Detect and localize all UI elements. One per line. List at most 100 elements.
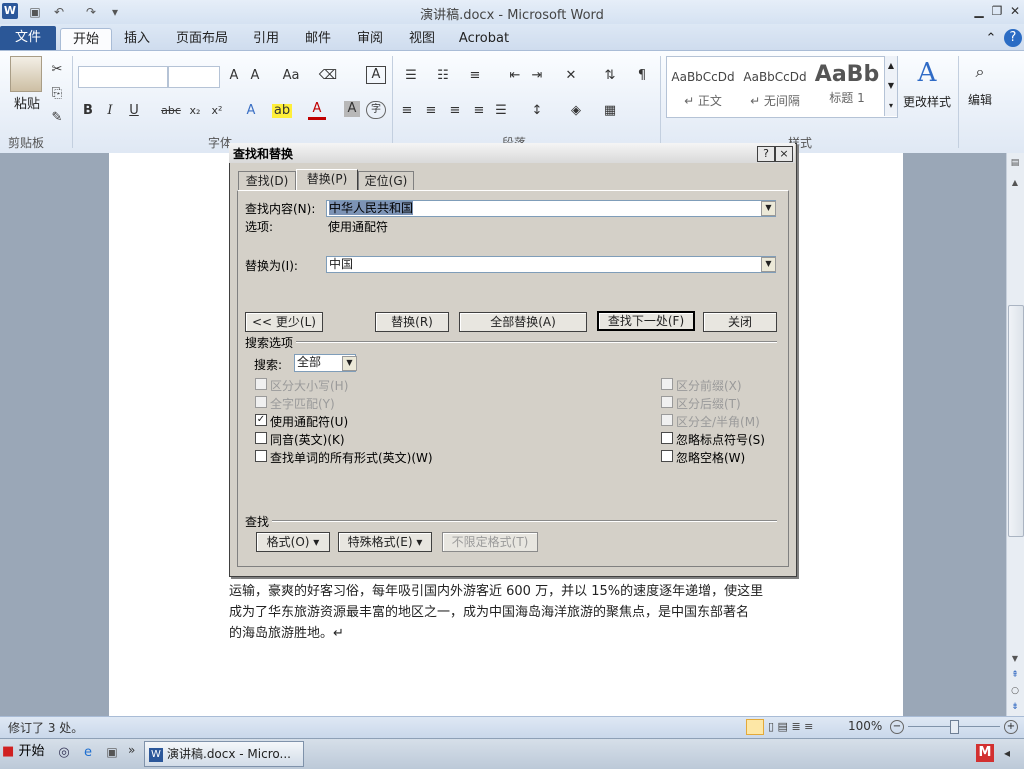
dialog-help-button[interactable]: ? [757, 146, 775, 162]
ignore-punctuation-checkbox[interactable] [661, 432, 673, 444]
minimize-icon[interactable]: ▁ [970, 3, 988, 19]
help-icon[interactable]: ? [1004, 29, 1022, 47]
media-icon[interactable]: ▣ [104, 745, 120, 761]
copy-icon[interactable]: ⎘ [48, 84, 66, 104]
previous-page-icon[interactable]: ⇞ [1009, 670, 1021, 682]
text-effects-icon[interactable]: A [242, 101, 260, 121]
tab-references[interactable]: 引用 [246, 28, 286, 50]
align-right-icon[interactable]: ≡ [446, 101, 464, 121]
word-logo-icon[interactable]: W [2, 3, 18, 19]
next-page-icon[interactable]: ⇟ [1009, 702, 1021, 714]
sort-icon[interactable]: ⇅ [600, 66, 620, 86]
match-prefix-checkbox[interactable] [661, 378, 673, 390]
replace-with-dropdown-icon[interactable]: ▼ [761, 257, 776, 272]
ignore-space-checkbox[interactable] [661, 450, 673, 462]
strikethrough-icon[interactable]: abc [160, 101, 182, 121]
redo-icon[interactable]: ↷ [82, 3, 100, 21]
bold-icon[interactable]: B [80, 101, 96, 121]
undo-icon[interactable]: ↶ [50, 3, 68, 21]
font-color-icon[interactable]: A [308, 101, 326, 120]
character-shading-icon[interactable]: A [344, 101, 360, 117]
tab-review[interactable]: 审阅 [350, 28, 390, 50]
find-what-dropdown-icon[interactable]: ▼ [761, 201, 776, 216]
scrollbar-thumb[interactable] [1008, 305, 1024, 537]
tab-acrobat[interactable]: Acrobat [454, 28, 514, 50]
whole-word-checkbox[interactable] [255, 396, 267, 408]
minimize-ribbon-icon[interactable]: ⌃ [982, 28, 1000, 50]
line-spacing-icon[interactable]: ↕ [526, 101, 548, 121]
close-button[interactable]: 关闭 [703, 312, 777, 332]
tab-page-layout[interactable]: 页面布局 [172, 28, 232, 50]
browse-object-icon[interactable]: ○ [1009, 686, 1021, 698]
justify-icon[interactable]: ≡ [470, 101, 488, 121]
ie-icon[interactable]: e [80, 745, 96, 761]
change-styles-icon[interactable]: A [912, 58, 942, 88]
enclose-characters-icon[interactable]: 字 [366, 101, 386, 119]
bullets-icon[interactable]: ☰ [400, 66, 422, 86]
borders-icon[interactable]: ▦ [600, 101, 620, 121]
replace-all-button[interactable]: 全部替换(A) [459, 312, 587, 332]
show-marks-icon[interactable]: ¶ [634, 66, 650, 86]
decrease-indent-icon[interactable]: ⇤ [506, 66, 524, 86]
italic-icon[interactable]: I [102, 101, 118, 121]
underline-icon[interactable]: U [126, 101, 142, 121]
revision-status[interactable]: 修订了 3 处。 [8, 719, 83, 736]
zoom-slider-thumb[interactable] [950, 720, 959, 734]
clear-formatting-icon[interactable]: ⌫ [318, 66, 338, 86]
dialog-tab-replace[interactable]: 替换(P) [296, 169, 358, 192]
multilevel-list-icon[interactable]: ≡ [464, 66, 486, 86]
paste-icon[interactable] [10, 56, 42, 92]
replace-with-input[interactable]: 中国 [326, 256, 776, 273]
format-button[interactable]: 格式(O) ▾ [256, 532, 330, 552]
subscript-icon[interactable]: x₂ [186, 101, 204, 121]
all-word-forms-checkbox[interactable] [255, 450, 267, 462]
change-styles-button[interactable]: 更改样式 [900, 93, 954, 110]
save-icon[interactable]: ▣ [26, 3, 44, 21]
edit-button[interactable]: 编辑 [962, 91, 998, 108]
paste-button[interactable]: 粘贴 [10, 93, 44, 112]
zoom-level[interactable]: 100% [848, 719, 882, 733]
numbering-icon[interactable]: ☷ [432, 66, 454, 86]
dialog-tab-find[interactable]: 查找(D) [238, 171, 296, 191]
change-case-icon[interactable]: Aa [280, 66, 302, 86]
find-next-button[interactable]: 查找下一处(F) [597, 311, 695, 331]
wildcards-checkbox[interactable]: ✓ [255, 414, 267, 426]
shading-icon[interactable]: ◈ [566, 101, 586, 121]
tray-overflow-icon[interactable]: ◂ [1004, 746, 1018, 760]
scroll-up-icon[interactable]: ▲ [1009, 178, 1021, 190]
font-size-combo[interactable] [168, 66, 220, 88]
quicklaunch-overflow-icon[interactable]: » [128, 743, 140, 757]
grow-font-icon[interactable]: A [224, 66, 244, 86]
cut-icon[interactable]: ✂ [48, 60, 66, 80]
character-border-icon[interactable]: A [366, 66, 386, 84]
search-direction-dropdown-icon[interactable]: ▼ [342, 356, 357, 371]
tab-view[interactable]: 视图 [402, 28, 442, 50]
tab-mailings[interactable]: 邮件 [298, 28, 338, 50]
style-no-spacing[interactable]: AaBbCcDd ↵ 无间隔 [740, 58, 810, 114]
align-center-icon[interactable]: ≡ [422, 101, 440, 121]
superscript-icon[interactable]: x² [208, 101, 226, 121]
start-button[interactable]: ■ 开始 [2, 741, 48, 763]
dialog-tab-goto[interactable]: 定位(G) [358, 171, 414, 191]
dialog-close-button[interactable]: × [775, 146, 793, 162]
quicklaunch-app-icon[interactable]: ◎ [56, 745, 72, 761]
format-painter-icon[interactable]: ✎ [48, 108, 66, 128]
view-buttons-icon[interactable]: ▯ ▤ ≣ ≡ [768, 720, 813, 733]
chinese-layout-icon[interactable]: ✕ [560, 66, 582, 86]
style-heading1[interactable]: AaBb 标题 1 [812, 58, 882, 114]
highlight-icon[interactable]: ab [272, 104, 292, 118]
zoom-in-icon[interactable]: + [1004, 720, 1018, 734]
shrink-font-icon[interactable]: A [246, 66, 264, 86]
print-layout-icon[interactable] [746, 719, 764, 735]
replace-button[interactable]: 替换(R) [375, 312, 449, 332]
taskbar-item-word[interactable]: W 演讲稿.docx - Micro... [144, 741, 304, 767]
match-width-checkbox[interactable] [661, 414, 673, 426]
align-left-icon[interactable]: ≡ [398, 101, 416, 121]
less-button[interactable]: << 更少(L) [245, 312, 323, 332]
special-format-button[interactable]: 特殊格式(E) ▾ [338, 532, 432, 552]
find-what-input[interactable]: 中华人民共和国 [326, 200, 776, 217]
style-normal[interactable]: AaBbCcDd ↵ 正文 [668, 58, 738, 114]
customize-qat-icon[interactable]: ▾ [106, 3, 124, 21]
restore-icon[interactable]: ❐ [988, 3, 1006, 19]
styles-gallery-scroll[interactable]: ▲ ▼ ▾ [884, 56, 897, 116]
